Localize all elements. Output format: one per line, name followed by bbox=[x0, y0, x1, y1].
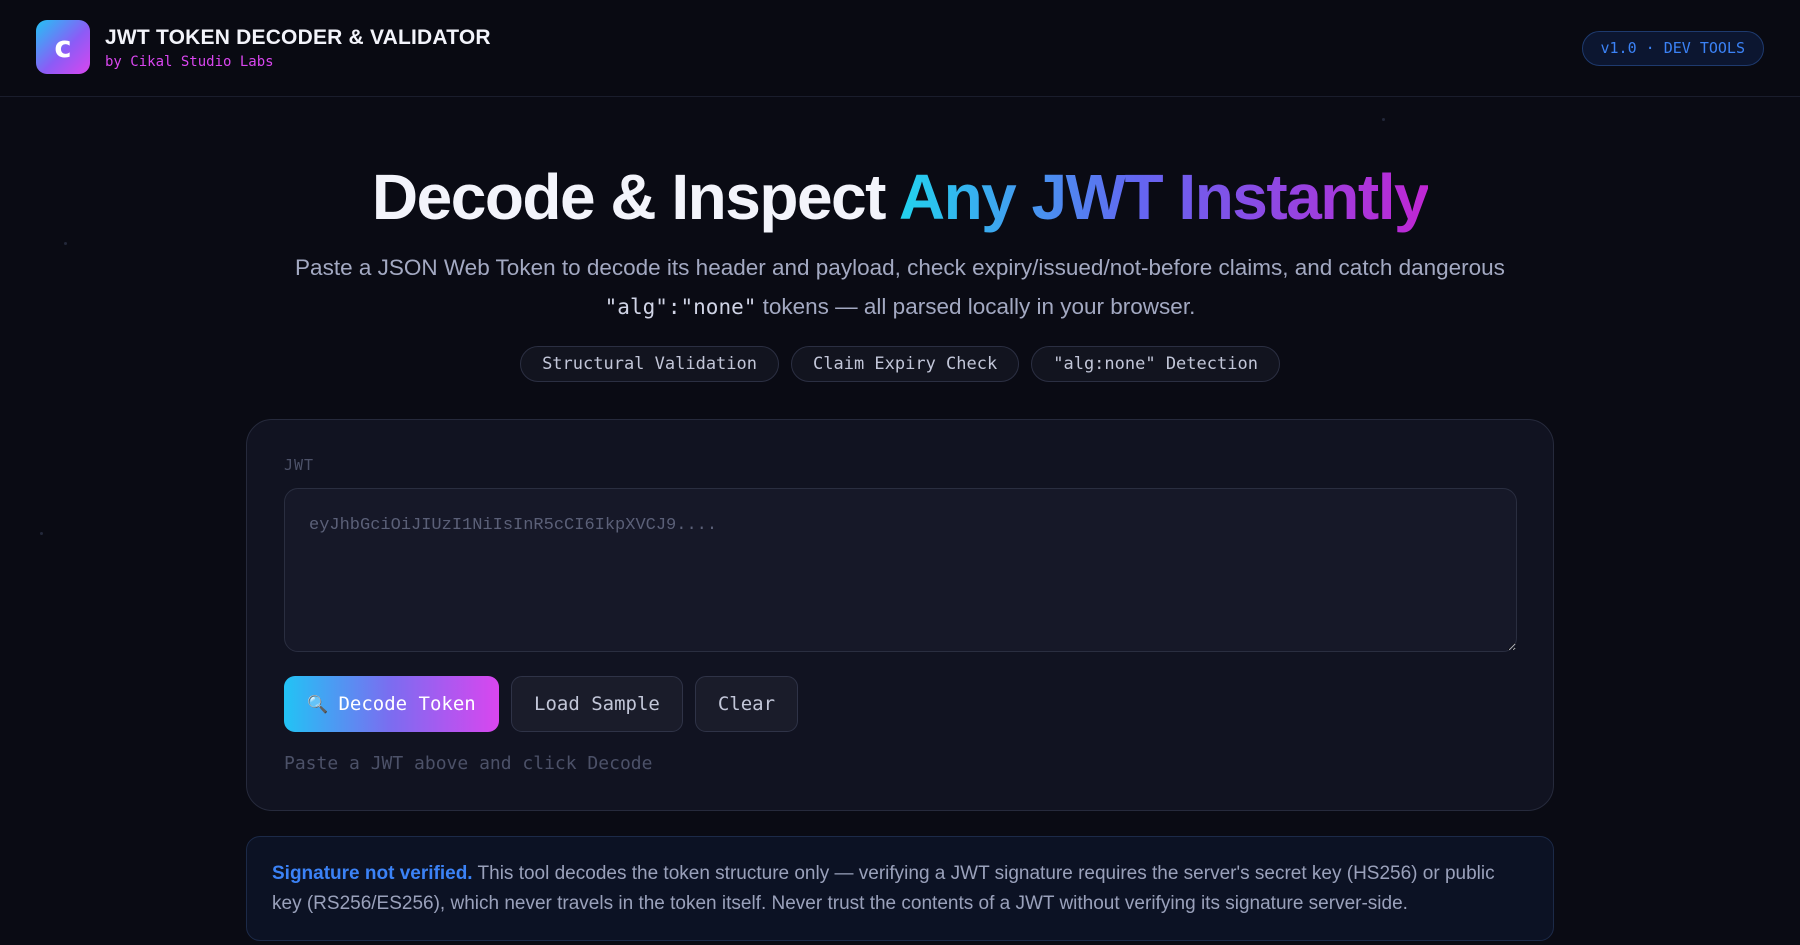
jwt-input[interactable] bbox=[284, 488, 1517, 652]
hero-title-plain: Decode & Inspect bbox=[371, 161, 899, 233]
notice-heading: Signature not verified. bbox=[272, 863, 473, 884]
decoder-status: Paste a JWT above and click Decode bbox=[284, 753, 653, 774]
magnifier-icon: 🔍 bbox=[307, 695, 329, 715]
background-dot bbox=[1382, 118, 1385, 121]
background-dot bbox=[40, 532, 43, 535]
feature-tags: Structural Validation Claim Expiry Check… bbox=[0, 346, 1800, 382]
version-badge: v1.0 · DEV TOOLS bbox=[1581, 31, 1764, 66]
decode-token-label: Decode Token bbox=[338, 693, 476, 715]
hero-title-accent: Any JWT Instantly bbox=[898, 161, 1430, 233]
hero-title: Decode & Inspect Any JWT Instantly bbox=[0, 160, 1800, 234]
hero-description-text: Paste a JSON Web Token to decode its hea… bbox=[295, 255, 1505, 280]
clear-button[interactable]: Clear bbox=[694, 676, 799, 732]
feature-tag: Claim Expiry Check bbox=[791, 346, 1020, 382]
hero-description: Paste a JSON Web Token to decode its hea… bbox=[270, 248, 1530, 327]
alg-none-code: "alg":"none" bbox=[604, 295, 757, 319]
app-logo[interactable]: c bbox=[36, 20, 90, 74]
decode-token-button[interactable]: 🔍 Decode Token bbox=[284, 676, 499, 732]
signature-notice: Signature not verified. This tool decode… bbox=[246, 836, 1554, 941]
decoder-actions: 🔍 Decode Token Load Sample Clear bbox=[284, 676, 799, 732]
decoder-card: JWT 🔍 Decode Token Load Sample Clear Past… bbox=[246, 419, 1554, 811]
app-subtitle: by Cikal Studio Labs bbox=[105, 54, 274, 70]
background-dot bbox=[64, 242, 67, 245]
app-header: c JWT TOKEN DECODER & VALIDATOR by Cikal… bbox=[0, 0, 1800, 97]
feature-tag: Structural Validation bbox=[520, 346, 779, 382]
feature-tag: "alg:none" Detection bbox=[1031, 346, 1280, 382]
load-sample-button[interactable]: Load Sample bbox=[511, 676, 683, 732]
hero-description-text-end: tokens — all parsed locally in your brow… bbox=[756, 294, 1196, 319]
jwt-field-label: JWT bbox=[284, 456, 315, 474]
app-title: JWT TOKEN DECODER & VALIDATOR bbox=[105, 26, 491, 49]
